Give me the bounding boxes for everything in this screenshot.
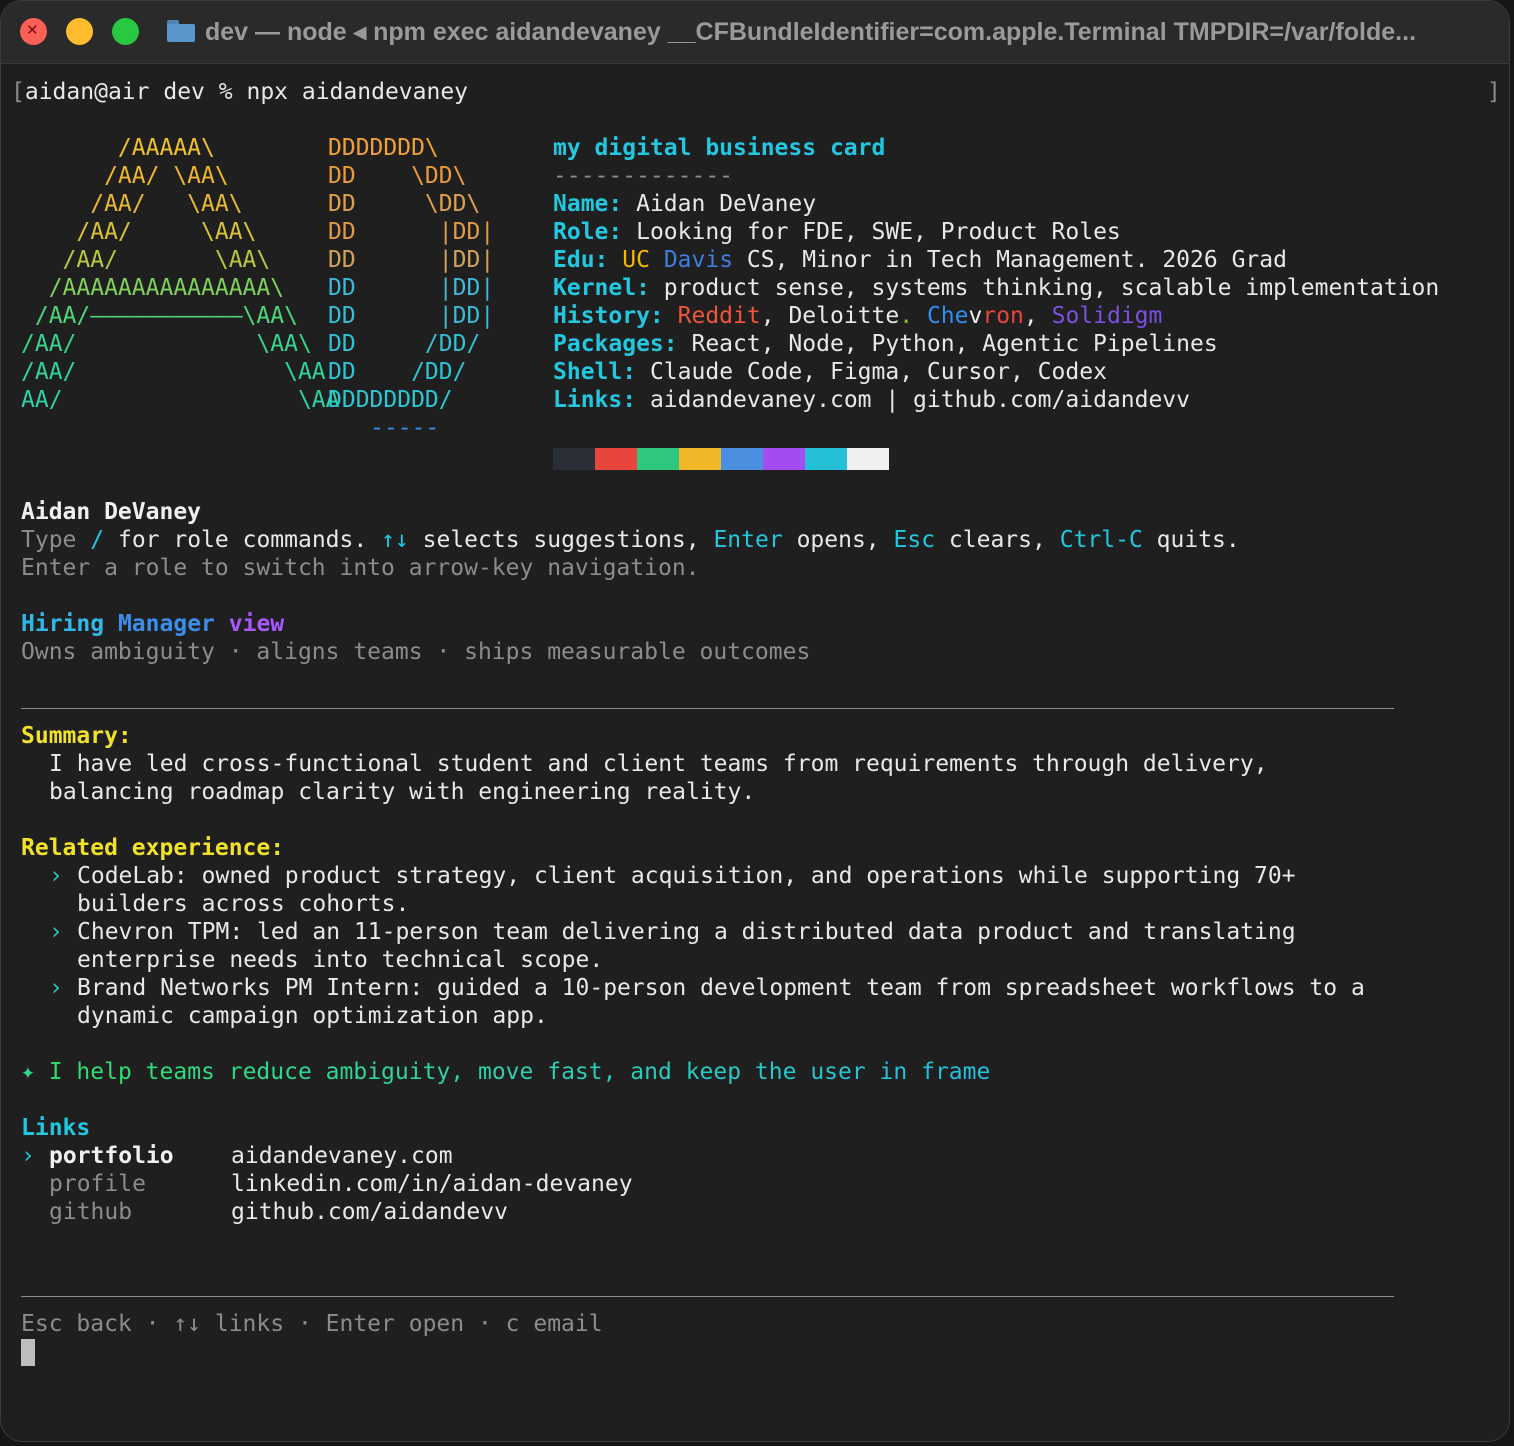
ascii-a-line: /AAAAAAAAAAAAAAA\ — [21, 275, 285, 301]
links-label: Links — [21, 1115, 91, 1141]
view-tagline: Owns ambiguity · aligns teams · ships me… — [21, 639, 811, 665]
card-divider: ------------- — [553, 163, 734, 189]
color-swatch — [574, 448, 595, 470]
color-swatch — [805, 448, 826, 470]
color-swatch — [868, 448, 889, 470]
divider-top — [21, 708, 1394, 709]
ascii-underline: ----- — [370, 415, 440, 441]
link-url-github[interactable]: github.com/aidandevv — [231, 1198, 508, 1226]
ascii-d-line: DD /DD/ — [328, 359, 467, 385]
link-name-profile[interactable]: profile — [49, 1170, 146, 1198]
experience-item: enterprise needs into technical scope. — [77, 947, 604, 973]
experience-item: Chevron TPM: led an 11-person team deliv… — [77, 919, 1296, 945]
card-links: Links: aidandevaney.com | github.com/aid… — [553, 387, 1190, 413]
color-swatch — [826, 448, 847, 470]
card-heading: my digital business card — [553, 135, 886, 161]
color-swatch — [784, 448, 805, 470]
card-role: Role: Looking for FDE, SWE, Product Role… — [553, 219, 1121, 245]
ascii-a-line: /AA/ \AA\ — [21, 219, 257, 245]
ascii-a-line: /AA/ \AA — [21, 359, 326, 385]
color-swatch — [763, 448, 784, 470]
ascii-d-line: DD \DD\ — [328, 191, 481, 217]
color-swatch — [700, 448, 721, 470]
ascii-d-line: DD |DD| — [328, 303, 495, 329]
ascii-a-line: /AA/ \AA\ — [21, 163, 229, 189]
window-title: dev — node ◂ npm exec aidandevaney __CFB… — [205, 18, 1417, 46]
link-url-portfolio[interactable]: aidandevaney.com — [231, 1142, 453, 1170]
ascii-a-line: /AA/———————————\AA\ — [21, 303, 298, 329]
zoom-window-button[interactable] — [112, 18, 139, 45]
card-history: History: Reddit, Deloitte. Chevron, Soli… — [553, 303, 1163, 329]
intro-hint: Enter a role to switch into arrow-key na… — [21, 555, 700, 581]
summary-line: balancing roadmap clarity with engineeri… — [49, 779, 756, 805]
view-title: Hiring Manager view — [21, 611, 285, 637]
link-url-profile[interactable]: linkedin.com/in/aidan-devaney — [231, 1170, 633, 1198]
ascii-d-line: DD |DD| — [328, 275, 495, 301]
summary-label: Summary: — [21, 723, 132, 749]
selector-chevron-icon: › — [21, 1143, 35, 1169]
link-name-portfolio[interactable]: portfolio — [49, 1142, 174, 1170]
color-swatch — [616, 448, 637, 470]
ascii-a-line: /AA/ \AA\ — [21, 331, 312, 357]
ascii-d-line: DDDDDDDD/ — [328, 387, 453, 413]
experience-item: CodeLab: owned product strategy, client … — [77, 863, 1296, 889]
bullet-icon: › — [49, 975, 63, 1001]
link-name-github[interactable]: github — [49, 1198, 132, 1226]
color-swatch — [637, 448, 658, 470]
color-swatch — [553, 448, 574, 470]
color-swatch — [742, 448, 763, 470]
card-shell: Shell: Claude Code, Figma, Cursor, Codex — [553, 359, 1107, 385]
divider-bottom — [21, 1296, 1394, 1297]
card-packages: Packages: React, Node, Python, Agentic P… — [553, 331, 1218, 357]
color-swatch — [679, 448, 700, 470]
folder-icon — [167, 20, 195, 42]
card-kernel: Kernel: product sense, systems thinking,… — [553, 275, 1440, 301]
ascii-a-line: AA/ \AA — [21, 387, 340, 413]
ascii-a-line: /AA/ \AA\ — [21, 247, 271, 273]
close-window-button[interactable] — [20, 18, 47, 45]
ascii-d-line: DD /DD/ — [328, 331, 481, 357]
terminal-content[interactable]: [aidan@air dev % npx aidandevaney ] /AAA… — [1, 63, 1509, 1441]
experience-item: builders across cohorts. — [77, 891, 410, 917]
sparkle-icon: ✦ — [21, 1059, 35, 1085]
ascii-d-line: DDDDDDD\ — [328, 135, 439, 161]
experience-label: Related experience: — [21, 835, 285, 861]
prompt-line: [aidan@air dev % npx aidandevaney — [11, 79, 469, 105]
terminal-cursor — [21, 1339, 35, 1366]
ascii-d-line: DD |DD| — [328, 247, 495, 273]
card-name: Name: Aidan DeVaney — [553, 191, 817, 217]
minimize-window-button[interactable] — [66, 18, 93, 45]
ascii-a-line: /AA/ \AA\ — [21, 191, 243, 217]
title-bar: dev — node ◂ npm exec aidandevaney __CFB… — [1, 1, 1509, 64]
summary-line: I have led cross-functional student and … — [49, 751, 1268, 777]
color-palette — [553, 448, 889, 470]
bullet-icon: › — [49, 919, 63, 945]
card-edu: Edu: UC Davis CS, Minor in Tech Manageme… — [553, 247, 1287, 273]
ascii-d-line: DD |DD| — [328, 219, 495, 245]
ascii-d-line: DD \DD\ — [328, 163, 467, 189]
color-swatch — [658, 448, 679, 470]
color-swatch — [847, 448, 868, 470]
scroll-bracket: ] — [1487, 79, 1501, 105]
intro-instructions: Type / for role commands. ↑↓ selects sug… — [21, 527, 1240, 553]
color-swatch — [721, 448, 742, 470]
intro-name: Aidan DeVaney — [21, 499, 202, 525]
color-swatch — [595, 448, 616, 470]
experience-item: Brand Networks PM Intern: guided a 10-pe… — [77, 975, 1365, 1001]
experience-item: dynamic campaign optimization app. — [77, 1003, 548, 1029]
footer-hints: Esc back · ↑↓ links · Enter open · c ema… — [21, 1311, 603, 1337]
terminal-window: dev — node ◂ npm exec aidandevaney __CFB… — [0, 0, 1510, 1442]
bullet-icon: › — [49, 863, 63, 889]
ascii-a-line: /AAAAA\ — [21, 135, 215, 161]
tagline: ✦ I help teams reduce ambiguity, move fa… — [21, 1059, 991, 1085]
